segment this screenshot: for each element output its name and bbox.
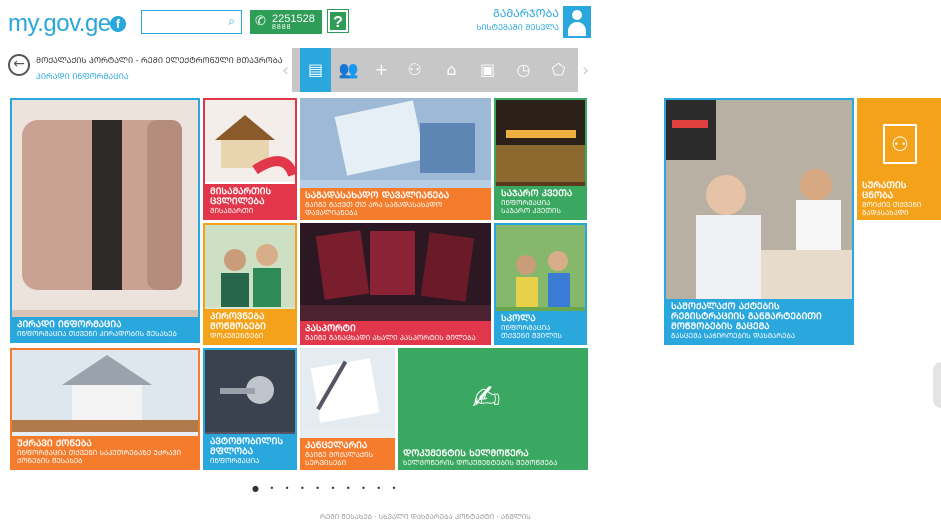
- tile-subtitle: ᲒᲐᲘᲒᲔ ᲛᲝᲥᲐᲚᲐᲥᲘᲡ ᲡᲔᲠᲕᲘᲡᲔᲑᲘ: [305, 451, 374, 467]
- tile-title: ᲡᲐᲒᲐᲓᲐᲡᲐᲮᲐᲓᲝ ᲓᲐᲕᲐᲚᲘᲐᲜᲔᲑᲐ: [305, 191, 450, 201]
- back-button[interactable]: ←: [8, 54, 30, 76]
- tile-subtitle: ᲒᲐᲘᲒᲔ ᲒᲐᲥᲕᲗ ᲗᲣ ᲐᲠᲐ ᲡᲐᲒᲐᲓᲐᲡᲐᲮᲐᲓᲝ ᲓᲐᲕᲐᲚᲘᲐᲜ…: [305, 201, 443, 217]
- tile-subtitle: ᲘᲜᲤᲝᲠᲛᲐᲪᲘᲐ ᲗᲥᲕᲔᲜᲘ ᲡᲐᲙᲣᲗᲠᲔᲑᲐᲖᲔ ᲣᲫᲠᲐᲕᲘ ᲥᲝᲜ…: [17, 449, 182, 465]
- tile-tax-obligation[interactable]: ᲡᲐᲒᲐᲓᲐᲡᲐᲮᲐᲓᲝ ᲓᲐᲕᲐᲚᲘᲐᲜᲔᲑᲐ ᲒᲐᲘᲒᲔ ᲒᲐᲥᲕᲗ ᲗᲣ …: [300, 98, 491, 220]
- clock-icon[interactable]: ◷: [508, 48, 539, 92]
- footer-links[interactable]: ᲠᲔᲛᲘ ᲨᲔᲡᲐᲮᲔᲑ · ᲡᲮᲕᲐᲚᲘ ᲓᲐᲮᲛᲐᲠᲔᲑᲐ ᲙᲝᲜᲢᲐᲥᲢᲘ…: [320, 513, 531, 522]
- tile-caption: ᲐᲕᲢᲝᲛᲝᲑᲘᲚᲘᲡ ᲛᲤᲚᲝᲑᲐ ᲘᲜᲤᲝᲠᲛᲐᲪᲘᲐ: [205, 434, 295, 468]
- tile-caption: ᲡᲐᲒᲐᲓᲐᲡᲐᲮᲐᲓᲝ ᲓᲐᲕᲐᲚᲘᲐᲜᲔᲑᲐ ᲒᲐᲘᲒᲔ ᲒᲐᲥᲕᲗ ᲗᲣ …: [300, 188, 491, 220]
- couple-icon: ⚇: [883, 124, 917, 164]
- tile-document-signing[interactable]: ✍ ᲓᲝᲙᲣᲛᲔᲜᲢᲘᲡ ᲮᲔᲚᲛᲝᲬᲔᲠᲐ ᲮᲔᲚᲛᲝᲬᲔᲠᲘᲡ ᲓᲝᲙᲣᲛᲔ…: [398, 348, 588, 470]
- tile-business-licenses[interactable]: ᲞᲘᲠᲝᲕᲜᲔᲑᲐ ᲛᲝᲬᲛᲝᲑᲔᲑᲘ ᲓᲝᲙᲣᲛᲔᲜᲢᲔᲑᲘ: [203, 223, 297, 345]
- tile-subtitle: ᲘᲜᲤᲝᲠᲛᲐᲪᲘᲐ ᲗᲥᲕᲔᲜᲘ ᲨᲕᲘᲚᲘᲡ: [501, 324, 562, 340]
- tile-subtitle: ᲘᲜᲤᲝᲠᲛᲐᲪᲘᲐ ᲡᲐᲯᲐᲠᲝ ᲙᲕᲔᲗᲘᲡ: [501, 199, 561, 215]
- user-icon[interactable]: [563, 6, 591, 38]
- breadcrumb-subtitle[interactable]: ᲞᲘᲠᲐᲓᲘ ᲘᲜᲤᲝᲠᲛᲐᲪᲘᲐ: [36, 71, 129, 82]
- tile-caption: ᲙᲐᲜᲪᲔᲚᲐᲠᲘᲐ ᲒᲐᲘᲒᲔ ᲛᲝᲥᲐᲚᲐᲥᲘᲡ ᲡᲔᲠᲕᲘᲡᲔᲑᲘ: [300, 438, 395, 470]
- page-indicator[interactable]: ● • • • • • • • • •: [252, 484, 400, 493]
- login-link[interactable]: ᲒᲐᲛᲐᲠᲯᲝᲑᲐ: [493, 6, 559, 21]
- tile-real-estate[interactable]: ᲣᲫᲠᲐᲕᲘ ᲥᲝᲜᲔᲑᲐ ᲘᲜᲤᲝᲠᲛᲐᲪᲘᲐ ᲗᲥᲕᲔᲜᲘ ᲡᲐᲙᲣᲗᲠᲔᲑ…: [10, 348, 200, 470]
- house-image: [205, 100, 295, 182]
- tile-school[interactable]: ᲡᲙᲝᲚᲐ ᲘᲜᲤᲝᲠᲛᲐᲪᲘᲐ ᲗᲥᲕᲔᲜᲘ ᲨᲕᲘᲚᲘᲡ: [494, 223, 587, 345]
- briefcase-icon[interactable]: ▣: [472, 48, 503, 92]
- help-button[interactable]: ?: [327, 9, 349, 33]
- people-icon[interactable]: 👥: [333, 48, 364, 92]
- tile-subtitle: ᲮᲔᲚᲛᲝᲬᲔᲠᲘᲡ ᲓᲝᲙᲣᲛᲔᲜᲢᲔᲑᲘᲡ ᲨᲔᲛᲝᲬᲛᲔᲑᲐ: [403, 459, 558, 467]
- tile-address-change[interactable]: ᲛᲘᲡᲐᲛᲐᲠᲗᲘᲡ ᲪᲕᲚᲘᲚᲔᲑᲐ ᲛᲘᲡᲐᲛᲐᲠᲗᲘ: [203, 98, 297, 220]
- tile-caption: ᲡᲣᲠᲐᲗᲘᲡ ᲪᲜᲝᲑᲐ ᲛᲝᲘᲫᲘᲔ ᲗᲥᲕᲔᲜᲘ ᲒᲐᲓᲐᲡᲐᲮᲐᲓᲘ: [857, 178, 941, 220]
- tile-subtitle: ᲒᲐᲘᲒᲔ ᲒᲐᲜᲐᲪᲮᲐᲓᲘ ᲐᲮᲐᲚᲘ ᲞᲐᲡᲞᲝᲠᲢᲘᲡ ᲛᲘᲚᲔᲑᲐ: [305, 334, 476, 342]
- tile-subtitle: ᲛᲝᲘᲫᲘᲔ ᲗᲥᲕᲔᲜᲘ ᲒᲐᲓᲐᲡᲐᲮᲐᲓᲘ: [862, 201, 922, 217]
- tile-caption: ᲡᲙᲝᲚᲐ ᲘᲜᲤᲝᲠᲛᲐᲪᲘᲐ ᲗᲥᲕᲔᲜᲘ ᲨᲕᲘᲚᲘᲡ: [496, 311, 585, 343]
- tile-title: ᲛᲘᲡᲐᲛᲐᲠᲗᲘᲡ ᲪᲕᲚᲘᲚᲔᲑᲐ: [210, 187, 272, 207]
- category-icon-bar: ▤ 👥 + ⚇ ⌂ ▣ ◷ ⬠: [292, 48, 578, 92]
- model-house-image: [12, 350, 198, 432]
- site-logo[interactable]: my.gov.ge: [8, 10, 111, 38]
- tile-title: ᲡᲐᲛᲝᲥᲐᲚᲐᲥᲝ ᲐᲥᲢᲔᲑᲘᲡ ᲠᲔᲒᲘᲡᲢᲠᲐᲪᲘᲘᲡ ᲒᲐᲜᲛᲐᲠᲢᲔ…: [671, 302, 822, 332]
- hotline-badge[interactable]: ✆ 2251528 8888: [250, 10, 322, 34]
- phone-icon: ✆: [255, 13, 266, 28]
- breadcrumb-title: ᲛᲝᲥᲐᲚᲐᲥᲘᲡ ᲞᲝᲠᲢᲐᲚᲘ - ᲠᲔᲛᲘ ᲔᲚᲔᲥᲢᲠᲝᲜᲣᲚᲘ ᲛᲗᲐ…: [36, 56, 283, 65]
- tile-subtitle: ᲘᲜᲤᲝᲠᲛᲐᲪᲘᲐ ᲗᲥᲕᲔᲜᲘ ᲞᲘᲠᲐᲓᲝᲑᲘᲡ ᲨᲔᲡᲐᲮᲔᲑ: [17, 330, 177, 338]
- tile-passport[interactable]: ᲞᲐᲡᲞᲝᲠᲢᲘ ᲒᲐᲘᲒᲔ ᲒᲐᲜᲐᲪᲮᲐᲓᲘ ᲐᲮᲐᲚᲘ ᲞᲐᲡᲞᲝᲠᲢᲘᲡ…: [300, 223, 491, 345]
- tag-icon[interactable]: ⬠: [543, 48, 574, 92]
- family-icon[interactable]: ⚇: [399, 48, 430, 92]
- tile-caption: ᲓᲝᲙᲣᲛᲔᲜᲢᲘᲡ ᲮᲔᲚᲛᲝᲬᲔᲠᲐ ᲮᲔᲚᲛᲝᲬᲔᲠᲘᲡ ᲓᲝᲙᲣᲛᲔᲜᲢ…: [398, 446, 588, 470]
- wallet-image: [12, 100, 198, 310]
- registry-image: [496, 100, 585, 182]
- search-icon[interactable]: ⌕: [228, 14, 235, 29]
- car-keys-image: [205, 350, 295, 432]
- tile-vehicle[interactable]: ᲐᲕᲢᲝᲛᲝᲑᲘᲚᲘᲡ ᲛᲤᲚᲝᲑᲐ ᲘᲜᲤᲝᲠᲛᲐᲪᲘᲐ: [203, 348, 297, 470]
- tile-title: ᲡᲙᲝᲚᲐ: [501, 314, 536, 324]
- plus-icon[interactable]: +: [366, 48, 397, 92]
- tile-civil-status[interactable]: ⚇ ᲡᲣᲠᲐᲗᲘᲡ ᲪᲜᲝᲑᲐ ᲛᲝᲘᲫᲘᲔ ᲗᲥᲕᲔᲜᲘ ᲒᲐᲓᲐᲡᲐᲮᲐᲓᲘ: [857, 98, 941, 220]
- tile-title: ᲡᲣᲠᲐᲗᲘᲡ ᲪᲜᲝᲑᲐ: [862, 181, 907, 201]
- tile-personal-info[interactable]: ᲞᲘᲠᲐᲓᲘ ᲘᲜᲤᲝᲠᲛᲐᲪᲘᲐ ᲘᲜᲤᲝᲠᲛᲐᲪᲘᲐ ᲗᲥᲕᲔᲜᲘ ᲞᲘᲠᲐ…: [10, 98, 200, 343]
- iconbar-next-button[interactable]: ›: [582, 60, 589, 81]
- tile-subtitle: ᲘᲜᲤᲝᲠᲛᲐᲪᲘᲐ: [210, 457, 260, 465]
- search-input[interactable]: ⌕: [141, 10, 242, 34]
- tax-image: [300, 98, 491, 180]
- document-icon[interactable]: ▤: [300, 48, 331, 92]
- people-image: [205, 225, 295, 307]
- tile-chancellery[interactable]: ᲙᲐᲜᲪᲔᲚᲐᲠᲘᲐ ᲒᲐᲘᲒᲔ ᲛᲝᲥᲐᲚᲐᲥᲘᲡ ᲡᲔᲠᲕᲘᲡᲔᲑᲘ: [300, 348, 395, 470]
- tile-title: ᲡᲐᲯᲐᲠᲝ ᲙᲕᲔᲗᲐ: [501, 189, 573, 199]
- tile-title: ᲞᲘᲠᲝᲕᲜᲔᲑᲐ ᲛᲝᲬᲛᲝᲑᲔᲑᲘ: [210, 312, 266, 332]
- home-icon[interactable]: ⌂: [436, 48, 467, 92]
- iconbar-prev-button[interactable]: ‹: [282, 60, 289, 81]
- children-image: [496, 225, 585, 307]
- tile-caption: ᲡᲐᲛᲝᲥᲐᲚᲐᲥᲝ ᲐᲥᲢᲔᲑᲘᲡ ᲠᲔᲒᲘᲡᲢᲠᲐᲪᲘᲘᲡ ᲒᲐᲜᲛᲐᲠᲢᲔ…: [666, 299, 852, 343]
- tile-title: ᲐᲕᲢᲝᲛᲝᲑᲘᲚᲘᲡ ᲛᲤᲚᲝᲑᲐ: [210, 437, 284, 457]
- signature-icon: ✍: [472, 378, 501, 418]
- service-hall-image: [666, 100, 852, 305]
- facebook-icon[interactable]: f: [110, 16, 126, 32]
- documents-image: [300, 348, 395, 430]
- passport-image: [300, 223, 491, 305]
- tile-title: ᲓᲝᲙᲣᲛᲔᲜᲢᲘᲡ ᲮᲔᲚᲛᲝᲬᲔᲠᲐ: [403, 449, 529, 459]
- tile-public-registry[interactable]: ᲡᲐᲯᲐᲠᲝ ᲙᲕᲔᲗᲐ ᲘᲜᲤᲝᲠᲛᲐᲪᲘᲐ ᲡᲐᲯᲐᲠᲝ ᲙᲕᲔᲗᲘᲡ: [494, 98, 587, 220]
- tile-caption: ᲡᲐᲯᲐᲠᲝ ᲙᲕᲔᲗᲐ ᲘᲜᲤᲝᲠᲛᲐᲪᲘᲐ ᲡᲐᲯᲐᲠᲝ ᲙᲕᲔᲗᲘᲡ: [496, 186, 585, 218]
- tile-subtitle: ᲒᲐᲡᲪᲔᲛᲐ ᲡᲐᲭᲘᲠᲝᲔᲑᲘᲡ ᲓᲐᲮᲛᲐᲠᲔᲑᲐ: [671, 332, 796, 340]
- tile-subtitle: ᲓᲝᲙᲣᲛᲔᲜᲢᲔᲑᲘ: [210, 332, 264, 340]
- tile-caption: ᲞᲘᲠᲝᲕᲜᲔᲑᲐ ᲛᲝᲬᲛᲝᲑᲔᲑᲘ ᲓᲝᲙᲣᲛᲔᲜᲢᲔᲑᲘ: [205, 309, 295, 343]
- tile-civil-acts-registration[interactable]: ᲡᲐᲛᲝᲥᲐᲚᲐᲥᲝ ᲐᲥᲢᲔᲑᲘᲡ ᲠᲔᲒᲘᲡᲢᲠᲐᲪᲘᲘᲡ ᲒᲐᲜᲛᲐᲠᲢᲔ…: [664, 98, 854, 345]
- tile-title: ᲣᲫᲠᲐᲕᲘ ᲥᲝᲜᲔᲑᲐ: [17, 439, 92, 449]
- side-scroll-handle[interactable]: [933, 362, 941, 408]
- tile-title: ᲞᲐᲡᲞᲝᲠᲢᲘ: [305, 324, 356, 334]
- tile-caption: ᲞᲐᲡᲞᲝᲠᲢᲘ ᲒᲐᲘᲒᲔ ᲒᲐᲜᲐᲪᲮᲐᲓᲘ ᲐᲮᲐᲚᲘ ᲞᲐᲡᲞᲝᲠᲢᲘᲡ…: [300, 321, 491, 345]
- hotline-sub: 8888: [272, 24, 292, 31]
- login-subtitle[interactable]: ᲡᲘᲡᲢᲔᲛᲐᲨᲘ ᲨᲔᲡᲕᲚᲐ: [476, 22, 559, 33]
- tile-caption: ᲞᲘᲠᲐᲓᲘ ᲘᲜᲤᲝᲠᲛᲐᲪᲘᲐ ᲘᲜᲤᲝᲠᲛᲐᲪᲘᲐ ᲗᲥᲕᲔᲜᲘ ᲞᲘᲠᲐ…: [12, 317, 198, 341]
- tile-caption: ᲣᲫᲠᲐᲕᲘ ᲥᲝᲜᲔᲑᲐ ᲘᲜᲤᲝᲠᲛᲐᲪᲘᲐ ᲗᲥᲕᲔᲜᲘ ᲡᲐᲙᲣᲗᲠᲔᲑ…: [12, 436, 198, 468]
- tile-subtitle: ᲛᲘᲡᲐᲛᲐᲠᲗᲘ: [210, 207, 254, 215]
- tile-caption: ᲛᲘᲡᲐᲛᲐᲠᲗᲘᲡ ᲪᲕᲚᲘᲚᲔᲑᲐ ᲛᲘᲡᲐᲛᲐᲠᲗᲘ: [205, 184, 295, 218]
- tile-title: ᲞᲘᲠᲐᲓᲘ ᲘᲜᲤᲝᲠᲛᲐᲪᲘᲐ: [17, 320, 122, 330]
- tile-title: ᲙᲐᲜᲪᲔᲚᲐᲠᲘᲐ: [305, 441, 368, 451]
